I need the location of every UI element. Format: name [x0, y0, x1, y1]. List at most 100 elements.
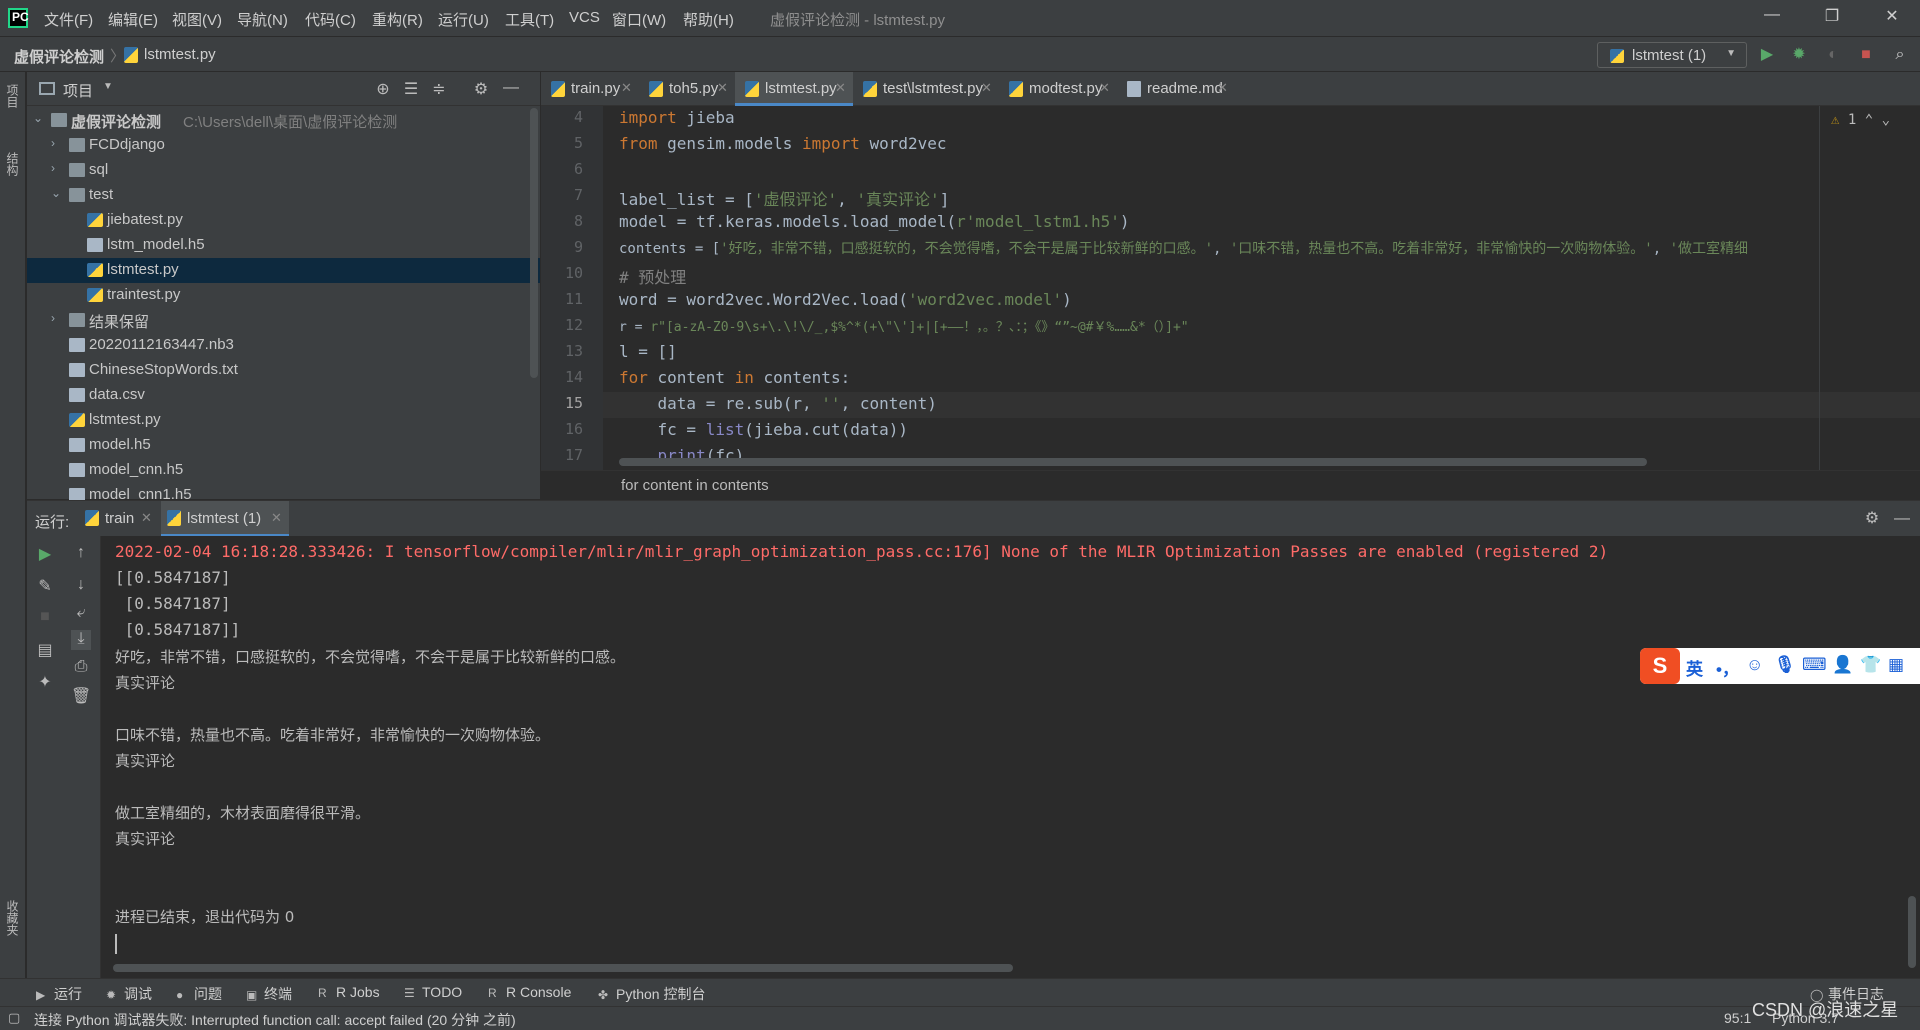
menu-edit[interactable]: 编辑(E): [108, 9, 158, 30]
code-line-15[interactable]: data = re.sub(r, '', content): [619, 394, 937, 413]
code-line-11[interactable]: word = word2vec.Word2Vec.load('word2vec.…: [619, 290, 1072, 309]
emoji-icon[interactable]: ☺: [1746, 655, 1763, 675]
menu-navigate[interactable]: 导航(N): [237, 9, 288, 30]
favorites-tool-tab[interactable]: 收藏夹: [4, 900, 21, 936]
print-icon[interactable]: ⎙: [71, 658, 91, 678]
hide-icon[interactable]: —: [501, 79, 521, 99]
menu-vcs[interactable]: VCS: [569, 9, 600, 26]
code-editor[interactable]: 4 5 6 7 8 9 10 11 12 13 14 15 16 17 import jieba from…: [541, 106, 1920, 470]
ime-toolbar[interactable]: S 英 •， ☺ 🎙 ⌨ 👤 👕 ▦: [1640, 648, 1920, 684]
code-line-4[interactable]: import jieba: [619, 108, 735, 127]
tree-file-row[interactable]: model.h5: [27, 433, 540, 458]
tab-toh5-py[interactable]: toh5.py ✕: [639, 72, 735, 106]
soft-wrap-icon[interactable]: ⤶: [71, 604, 91, 624]
code-line-16[interactable]: fc = list(jieba.cut(data)): [619, 420, 908, 439]
collapse-all-icon[interactable]: ≑: [429, 79, 449, 99]
close-tab-icon[interactable]: ✕: [717, 80, 728, 96]
scroll-to-end-icon[interactable]: ⤓: [71, 630, 91, 650]
menu-code[interactable]: 代码(C): [305, 9, 356, 30]
arrow-down-icon[interactable]: ↓: [71, 576, 91, 596]
run-config-dropdown[interactable]: lstmtest (1) ▼: [1597, 42, 1747, 68]
stop-icon[interactable]: ■: [1856, 45, 1876, 65]
menu-file[interactable]: 文件(F): [44, 9, 93, 30]
tree-file-row[interactable]: jiebatest.py: [27, 208, 540, 233]
breadcrumb-file[interactable]: lstmtest.py: [144, 46, 216, 63]
tab-test-lstmtest-py[interactable]: test\lstmtest.py ✕: [853, 72, 999, 106]
close-tab-icon[interactable]: ✕: [271, 510, 282, 526]
chevron-right-icon[interactable]: ›: [51, 161, 65, 175]
code-line-14[interactable]: for content in contents:: [619, 368, 850, 387]
hide-icon[interactable]: —: [1892, 509, 1912, 529]
tree-file-row[interactable]: 20220112163447.nb3: [27, 333, 540, 358]
project-tool-tab[interactable]: 项目: [4, 84, 21, 108]
ime-punctuation[interactable]: •，: [1716, 655, 1739, 680]
coverage-icon[interactable]: ◐: [1823, 45, 1843, 65]
tab-lstmtest-py[interactable]: lstmtest.py ✕: [735, 72, 853, 106]
search-icon[interactable]: ⌕: [1890, 45, 1910, 65]
trash-icon[interactable]: 🗑: [71, 686, 91, 706]
tool-r-jobs[interactable]: RR Jobs: [318, 984, 380, 1000]
status-message[interactable]: 连接 Python 调试器失败: Interrupted function ca…: [34, 1010, 516, 1030]
rerun-icon[interactable]: ▶: [35, 544, 55, 564]
tool-debug[interactable]: ✹ 调试: [106, 984, 152, 1004]
tree-file-row[interactable]: lstmtest.py: [27, 408, 540, 433]
breadcrumb-project[interactable]: 虚假评论检测: [14, 46, 104, 67]
tool-python-console[interactable]: ✤ Python 控制台: [598, 984, 705, 1004]
warning-indicator[interactable]: ⚠ 1 ⌃ ⌄: [1831, 112, 1890, 128]
tree-folder-row[interactable]: ⌄ 虚假评论检测 C:\Users\dell\桌面\虚假评论检测: [27, 108, 540, 133]
wrench-icon[interactable]: ✎: [35, 576, 55, 596]
gear-icon[interactable]: ⚙: [471, 79, 491, 99]
tab-readme-md[interactable]: readme.md ✕: [1117, 72, 1235, 106]
close-tab-icon[interactable]: ✕: [981, 80, 992, 96]
locate-icon[interactable]: ⊕: [373, 79, 393, 99]
layout-icon[interactable]: ▤: [35, 640, 55, 660]
run-tab-lstmtest[interactable]: lstmtest (1) ✕: [161, 501, 289, 537]
code-line-10[interactable]: # 预处理: [619, 264, 686, 288]
chevron-down-icon[interactable]: ⌄: [1882, 112, 1890, 128]
close-tab-icon[interactable]: ✕: [835, 80, 846, 96]
tree-file-row[interactable]: traintest.py: [27, 283, 540, 308]
ime-language[interactable]: 英: [1686, 655, 1703, 680]
tree-file-row[interactable]: ChineseStopWords.txt: [27, 358, 540, 383]
tree-file-row[interactable]: data.csv: [27, 383, 540, 408]
chevron-right-icon[interactable]: ›: [51, 136, 65, 150]
debug-icon[interactable]: ✹: [1789, 45, 1809, 65]
tool-problems[interactable]: ● 问题: [176, 984, 222, 1004]
tree-folder-row[interactable]: › FCDdjango: [27, 133, 540, 158]
menu-window[interactable]: 窗口(W): [612, 9, 666, 30]
console-vertical-scrollbar[interactable]: [1908, 896, 1916, 968]
user-icon[interactable]: 👤: [1832, 655, 1853, 675]
arrow-up-icon[interactable]: ↑: [71, 544, 91, 564]
skin-icon[interactable]: 👕: [1860, 655, 1881, 675]
menu-help[interactable]: 帮助(H): [683, 9, 734, 30]
close-tab-icon[interactable]: ✕: [141, 510, 152, 526]
tree-file-row[interactable]: lstmtest.py: [27, 258, 540, 283]
chevron-right-icon[interactable]: ›: [51, 311, 65, 325]
tab-modtest-py[interactable]: modtest.py ✕: [999, 72, 1117, 106]
menu-run[interactable]: 运行(U): [438, 9, 489, 30]
tab-train-py[interactable]: train.py ✕: [541, 72, 639, 106]
caret-position[interactable]: 95:1: [1724, 1010, 1751, 1026]
pin-icon[interactable]: ✦: [35, 672, 55, 692]
tree-file-row[interactable]: model_cnn.h5: [27, 458, 540, 483]
editor-horizontal-scrollbar[interactable]: [619, 458, 1647, 466]
layout-toggle-icon[interactable]: ▢: [8, 1010, 20, 1026]
microphone-icon[interactable]: 🎙: [1774, 655, 1796, 675]
tree-folder-row[interactable]: › sql: [27, 158, 540, 183]
tool-todo[interactable]: ☰ TODO: [404, 984, 462, 1000]
project-scrollbar[interactable]: [530, 108, 538, 378]
tree-folder-row[interactable]: ⌄ test: [27, 183, 540, 208]
menu-refactor[interactable]: 重构(R): [372, 9, 423, 30]
tree-file-row[interactable]: lstm_model.h5: [27, 233, 540, 258]
chevron-down-icon[interactable]: ⌄: [33, 111, 47, 125]
tree-folder-row[interactable]: › 结果保留: [27, 308, 540, 333]
code-line-7[interactable]: label_list = ['虚假评论', '真实评论']: [619, 186, 949, 210]
gear-icon[interactable]: ⚙: [1862, 509, 1882, 529]
code-line-13[interactable]: l = []: [619, 342, 677, 361]
console-output[interactable]: 2022-02-04 16:18:28.333426: I tensorflow…: [101, 536, 1920, 978]
minimize-icon[interactable]: —: [1757, 6, 1787, 30]
expand-all-icon[interactable]: ☰: [401, 79, 421, 99]
tool-terminal[interactable]: ▣ 终端: [246, 984, 292, 1004]
menu-view[interactable]: 视图(V): [172, 9, 222, 30]
code-line-8[interactable]: model = tf.keras.models.load_model(r'mod…: [619, 212, 1130, 231]
